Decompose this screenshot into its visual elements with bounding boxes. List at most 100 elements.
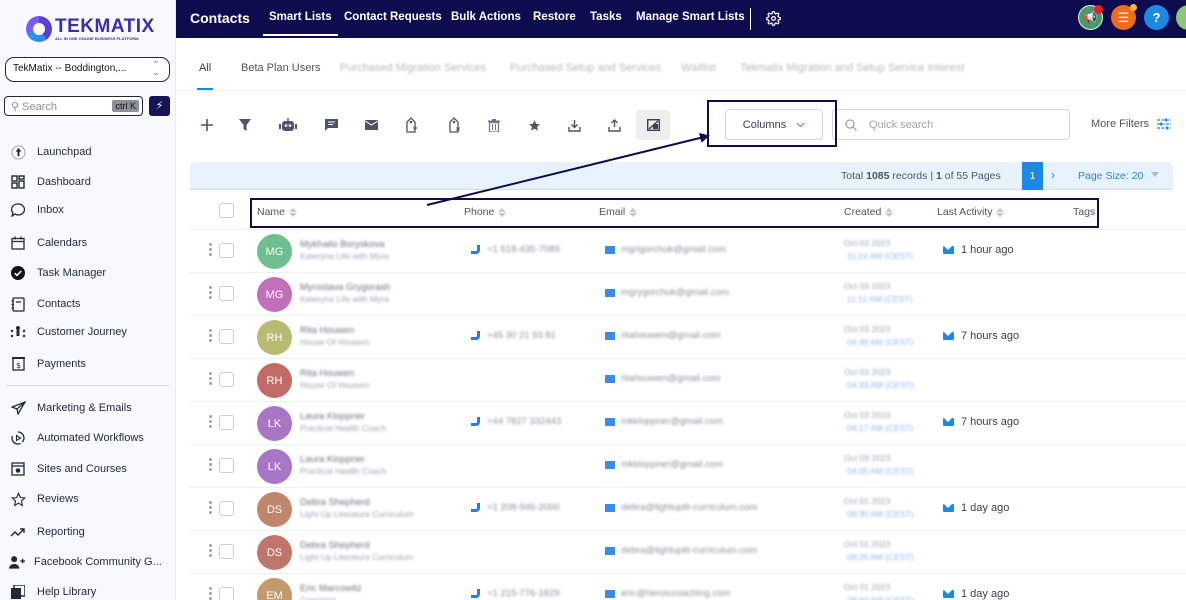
contact-name[interactable]: Eric Marcowitz: [300, 583, 362, 594]
table-row[interactable]: DS Debra Shepherd Light Up Literature Curr…: [190, 531, 1186, 574]
contact-name[interactable]: Mykhailo Boryskova: [300, 239, 384, 250]
row-actions-icon[interactable]: [209, 587, 212, 600]
logo[interactable]: TEKMATIX ALL IN ONE ONLINE BUSINESS PLAT…: [26, 14, 155, 44]
import-button[interactable]: [559, 110, 589, 140]
row-actions-icon[interactable]: [209, 243, 212, 256]
table-row[interactable]: EM Eric Marcowitz Coaching +1 215-776-1829 e…: [190, 574, 1186, 600]
announcements-button[interactable]: 📢: [1078, 5, 1103, 30]
review-request-button[interactable]: [519, 110, 549, 140]
list-tab-purchased-migration[interactable]: Purchased Migration Services: [340, 62, 486, 74]
table-row[interactable]: RH Rita Houwen House Of Houwen +45 30 21 93…: [190, 316, 1186, 359]
help-button[interactable]: ?: [1144, 5, 1169, 30]
tab-bulk-actions[interactable]: Bulk Actions: [451, 11, 521, 23]
sidebar-item-launchpad[interactable]: Launchpad: [10, 141, 91, 163]
settings-gear-icon[interactable]: [766, 11, 781, 31]
merge-button[interactable]: [636, 110, 670, 140]
table-row[interactable]: MG Mykhailo Boryskova Kateryna Life with M…: [190, 230, 1186, 273]
user-avatar[interactable]: [1176, 5, 1186, 30]
contact-phone[interactable]: +45 30 21 93 81: [471, 330, 556, 341]
contact-phone[interactable]: +1 215-776-1829: [471, 588, 560, 599]
contact-phone[interactable]: +1 208-946-2000: [471, 502, 560, 513]
contact-name[interactable]: Laura Kloppner: [300, 411, 365, 422]
tab-manage-smart-lists[interactable]: Manage Smart Lists: [636, 11, 745, 23]
row-checkbox[interactable]: [219, 415, 234, 430]
sidebar-item-task-manager[interactable]: Task Manager: [10, 262, 106, 284]
table-row[interactable]: DS Debra Shepherd Light Up Literature Curr…: [190, 488, 1186, 531]
caret-down-icon[interactable]: [1151, 172, 1159, 177]
contact-email[interactable]: mgrygorchuk@gmail.com: [605, 287, 729, 298]
avatar[interactable]: EM: [257, 578, 292, 600]
contact-name[interactable]: Laura Kloppner: [300, 454, 365, 465]
row-checkbox[interactable]: [219, 329, 234, 344]
filter-button[interactable]: [230, 110, 260, 140]
list-tab-beta-plan-users[interactable]: Beta Plan Users: [241, 62, 320, 74]
contact-name[interactable]: Debra Shepherd: [300, 540, 370, 551]
row-checkbox[interactable]: [219, 286, 234, 301]
row-actions-icon[interactable]: [209, 458, 212, 471]
row-actions-icon[interactable]: [209, 286, 212, 299]
contact-name[interactable]: Rita Houwen: [300, 368, 354, 379]
sidebar-item-contacts[interactable]: Contacts: [10, 293, 80, 315]
tab-smart-lists[interactable]: Smart Lists: [263, 11, 338, 36]
send-email-button[interactable]: [356, 110, 386, 140]
tasks-list-button[interactable]: ☰: [1111, 4, 1137, 30]
row-actions-icon[interactable]: [209, 329, 212, 342]
avatar[interactable]: LK: [257, 406, 292, 441]
contact-email[interactable]: debra@lightuplit-curriculum.com: [605, 545, 757, 556]
avatar[interactable]: LK: [257, 449, 292, 484]
tab-tasks[interactable]: Tasks: [590, 11, 622, 23]
row-actions-icon[interactable]: [209, 544, 212, 557]
remove-tag-button[interactable]: [439, 110, 469, 140]
tab-restore[interactable]: Restore: [533, 11, 576, 23]
row-actions-icon[interactable]: [209, 372, 212, 385]
list-tab-all[interactable]: All: [196, 62, 214, 90]
contact-name[interactable]: Myroslava Grygorash: [300, 282, 390, 293]
add-tag-button[interactable]: [396, 110, 426, 140]
table-row[interactable]: LK Laura Kloppner Practical Health Coach mk…: [190, 445, 1186, 488]
send-sms-button[interactable]: [316, 110, 346, 140]
list-tab-purchased-setup[interactable]: Purchased Setup and Services: [510, 62, 661, 74]
row-checkbox[interactable]: [219, 587, 234, 600]
contact-email[interactable]: eric@heroiccoaching.com: [605, 588, 730, 599]
sidebar-item-sites-and-courses[interactable]: Sites and Courses: [10, 458, 127, 480]
sidebar-item-automated-workflows[interactable]: Automated Workflows: [10, 427, 144, 449]
contact-email[interactable]: mkkloppner@gmail.com: [605, 416, 723, 427]
contact-name[interactable]: Rita Houwen: [300, 325, 354, 336]
sidebar-item-reporting[interactable]: Reporting: [10, 521, 85, 543]
table-row[interactable]: RH Rita Houwen House Of Houwen ritahouwen@g…: [190, 359, 1186, 402]
contact-name[interactable]: Debra Shepherd: [300, 497, 370, 508]
contact-email[interactable]: ritahouwen@gmail.com: [605, 330, 720, 341]
avatar[interactable]: DS: [257, 492, 292, 527]
row-checkbox[interactable]: [219, 501, 234, 516]
avatar[interactable]: DS: [257, 535, 292, 570]
row-actions-icon[interactable]: [209, 415, 212, 428]
sidebar-item-help-library[interactable]: Help Library: [10, 581, 96, 600]
contact-email[interactable]: ritahouwen@gmail.com: [605, 373, 720, 384]
sidebar-item-dashboard[interactable]: Dashboard: [10, 171, 91, 193]
add-contact-button[interactable]: [192, 110, 222, 140]
table-row[interactable]: MG Myroslava Grygorash Kateryna Life with …: [190, 273, 1186, 316]
avatar[interactable]: RH: [257, 320, 292, 355]
more-filters-button[interactable]: More Filters: [1091, 118, 1172, 130]
automation-button[interactable]: [273, 110, 303, 140]
table-row[interactable]: LK Laura Kloppner Practical Health Coach +4…: [190, 402, 1186, 445]
contact-phone[interactable]: +44 7827 332443: [471, 416, 561, 427]
sidebar-item-reviews[interactable]: Reviews: [10, 488, 79, 510]
row-actions-icon[interactable]: [209, 501, 212, 514]
avatar[interactable]: MG: [257, 234, 292, 269]
tab-contact-requests[interactable]: Contact Requests: [344, 11, 442, 23]
sidebar-item-marketing-emails[interactable]: Marketing & Emails: [10, 397, 132, 419]
page-size-select[interactable]: Page Size: 20: [1078, 170, 1143, 182]
contact-phone[interactable]: +1 518-435-7089: [471, 244, 560, 255]
quick-search-input[interactable]: Quick search: [832, 109, 1070, 140]
next-page-button[interactable]: ›: [1051, 168, 1055, 182]
account-switcher[interactable]: TekMatix -- Boddington,... ⌃ ⌄: [5, 57, 170, 82]
row-checkbox[interactable]: [219, 458, 234, 473]
export-button[interactable]: [599, 110, 629, 140]
row-checkbox[interactable]: [219, 544, 234, 559]
sidebar-item-calendars[interactable]: Calendars: [10, 232, 87, 254]
avatar[interactable]: MG: [257, 277, 292, 312]
sidebar-item-customer-journey[interactable]: Customer Journey: [10, 321, 127, 343]
row-checkbox[interactable]: [219, 243, 234, 258]
row-checkbox[interactable]: [219, 372, 234, 387]
